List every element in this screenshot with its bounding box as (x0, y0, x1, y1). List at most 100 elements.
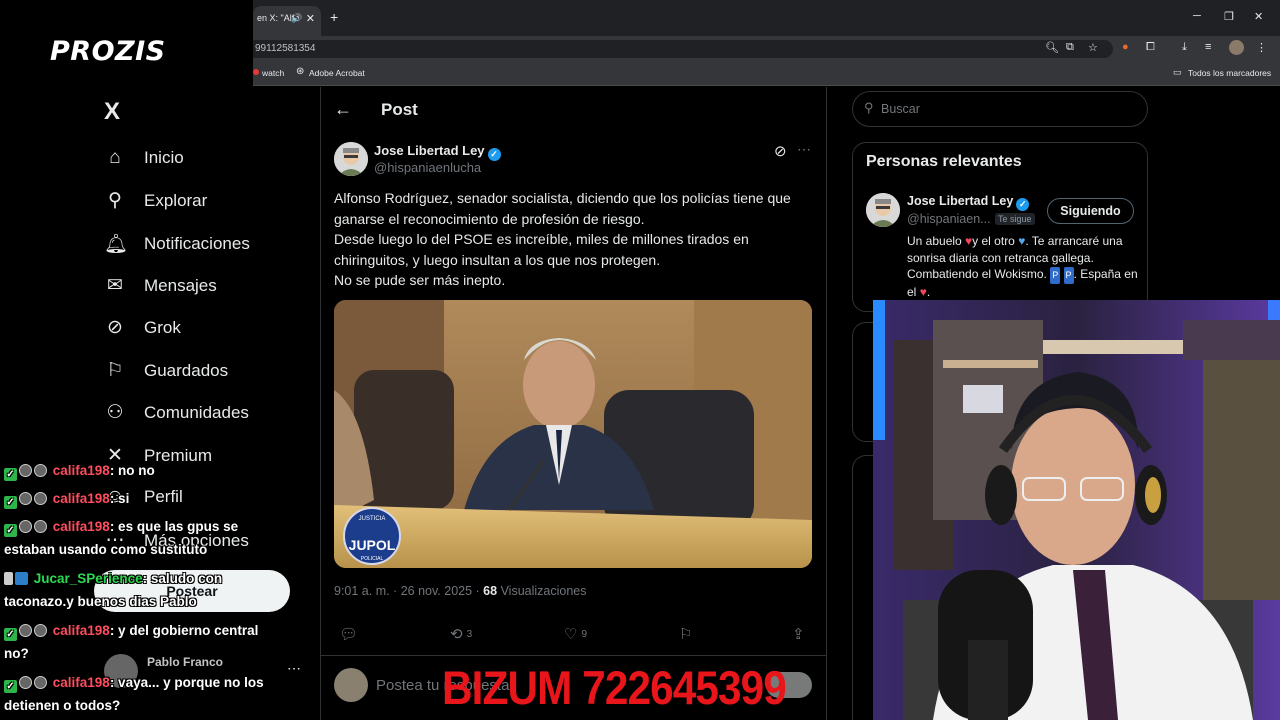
sub-badge-icon (19, 624, 32, 637)
browser-tab-bar (253, 0, 1280, 36)
video-watermark: JUPOL (349, 537, 396, 553)
account-more-icon[interactable]: ⋯ (287, 660, 301, 677)
check-badge-icon: ✓ (4, 628, 17, 641)
download-icon[interactable]: ⤓ (1182, 41, 1187, 54)
url-field[interactable]: 99112581354 (253, 40, 1113, 58)
bookmark-watch[interactable]: watch (262, 68, 284, 78)
grok-explain-icon[interactable]: ⊘ (774, 142, 787, 160)
all-bookmarks[interactable]: Todos los marcadores (1188, 68, 1271, 78)
folder-icon: ▭ (1173, 67, 1182, 77)
people-icon: ⚇ (106, 402, 124, 423)
star-icon[interactable]: ☆ (1088, 41, 1098, 54)
chat-message: Jucar_SPerience: saludo con taconazo.y b… (4, 567, 279, 613)
menu-icon[interactable]: ⋮ (1256, 41, 1267, 54)
close-window-icon[interactable]: ✕ (1254, 10, 1263, 23)
p-flag-icon: P (1050, 267, 1061, 284)
bookmark-icon: ⚐ (106, 360, 124, 381)
extension-icon[interactable]: ● (1122, 41, 1129, 53)
nav-inicio[interactable]: ⌂ Inicio (104, 147, 183, 169)
relevant-bio: Un abuelo ♥y el otro ♥. Te arrancaré una… (907, 234, 1138, 299)
bookmarks-bar (253, 62, 1280, 86)
install-icon[interactable]: ⧉ (1066, 41, 1074, 54)
check-badge-icon: ✓ (4, 680, 17, 693)
bookmark-acrobat[interactable]: Adobe Acrobat (309, 68, 365, 78)
chat-user: califa198 (52, 463, 110, 478)
watermark-top: JUSTICIA (359, 516, 386, 522)
chat-user: califa198 (52, 491, 110, 506)
following-button[interactable]: Siguiendo (1047, 198, 1134, 224)
post-video[interactable]: JUSTICIA JUPOL POLICIAL (334, 300, 812, 568)
views-count: 68 (483, 584, 498, 598)
audio-icon[interactable]: 🔊 (291, 13, 302, 24)
new-tab-icon[interactable]: + (330, 9, 338, 25)
nav-comunidades[interactable]: ⚇ Comunidades (104, 401, 248, 424)
phone-badge-icon (4, 572, 13, 585)
minimize-icon[interactable]: ─ (1193, 10, 1201, 22)
red-heart-icon: ♥ (919, 284, 927, 299)
search-icon: ⚲ (864, 100, 874, 115)
check-badge-icon: ✓ (4, 524, 17, 537)
zoom-icon[interactable]: 🔍︎ (1045, 41, 1059, 54)
mod-badge-icon (34, 492, 47, 505)
repost-action[interactable]: ⟲ 3 (450, 625, 472, 643)
media-icon[interactable]: ≡ (1205, 41, 1211, 53)
post-meta: 9:01 a. m. · 26 nov. 2025 · 68 Visualiza… (334, 584, 587, 598)
chat-message: ✓ califa198: si (4, 487, 279, 510)
nav-grok[interactable]: ⊘ Grok (104, 316, 181, 339)
reply-action[interactable]: 💬︎ (339, 625, 358, 643)
post-more-icon[interactable]: ⋯ (797, 141, 811, 158)
back-arrow-icon[interactable]: ← (334, 99, 352, 120)
acrobat-icon: ⊛ (296, 66, 305, 77)
p-flag-icon: P (1063, 267, 1074, 284)
bookmark-icon: ⚐ (679, 626, 693, 643)
reply-divider (320, 655, 827, 656)
verified-icon: ✓ (1016, 198, 1030, 211)
browser-tab[interactable]: en X: "Alfo ✕ (253, 6, 321, 36)
mod-badge-icon (34, 464, 47, 477)
share-action[interactable]: ⇪ (792, 625, 805, 643)
home-icon: ⌂ (109, 147, 121, 168)
chat-user: califa198 (52, 675, 110, 690)
bookmark-action[interactable]: ⚐ (679, 625, 692, 643)
mod-badge-icon (34, 520, 47, 533)
sub-badge-icon (19, 676, 32, 689)
chat-user: califa198 (52, 519, 110, 534)
profile-avatar[interactable] (1229, 40, 1244, 55)
author-name[interactable]: Jose Libertad Ley ✓ (374, 143, 501, 161)
repost-count: 3 (466, 628, 473, 640)
sub-badge-icon (19, 464, 32, 477)
bookmark-dot-icon (253, 69, 259, 75)
grok-icon: ⊘ (107, 317, 123, 338)
close-tab-icon[interactable]: ✕ (306, 12, 315, 25)
post-text-line: Desde luego lo del PSOE es increíble, mi… (334, 231, 749, 268)
nav-notificaciones[interactable]: 🔔︎ Notificaciones (104, 232, 250, 256)
post-text-line: No se pude ser más inepto. (334, 272, 506, 288)
nav-explorar[interactable]: ⚲ Explorar (104, 189, 207, 212)
verified-icon: ✓ (487, 148, 501, 161)
author-avatar[interactable] (334, 142, 368, 176)
restore-icon[interactable]: ❐ (1224, 10, 1234, 23)
nav-mensajes[interactable]: ✉ Mensajes (104, 274, 217, 297)
relevant-handle[interactable]: @hispaniaen... (907, 212, 991, 226)
puzzle-icon[interactable]: ⧠ (1146, 41, 1155, 54)
like-action[interactable]: ♡ 9 (564, 625, 587, 643)
nav-guardados[interactable]: ⚐ Guardados (104, 359, 228, 382)
reply-avatar (334, 668, 368, 702)
relevant-avatar[interactable] (866, 193, 900, 227)
search-input[interactable]: Buscar (852, 91, 1148, 127)
x-logo-icon[interactable]: X (104, 98, 120, 126)
webcam-overlay (873, 300, 1280, 720)
check-badge-icon: ✓ (4, 468, 17, 481)
relevant-name[interactable]: Jose Libertad Ley ✓ (907, 194, 1030, 211)
mod-badge-icon (34, 624, 47, 637)
chat-message: ✓ califa198: es que las gpus se estaban … (4, 515, 279, 561)
author-handle[interactable]: @hispaniaenlucha (374, 160, 481, 175)
post-text: Alfonso Rodríguez, senador socialista, d… (334, 188, 804, 291)
mod-badge-icon (34, 676, 47, 689)
chat-message: ✓ califa198: vaya... y porque no los det… (4, 671, 279, 717)
mail-icon: ✉ (107, 275, 123, 296)
chat-user: califa198 (52, 623, 110, 638)
sub-badge-icon (19, 520, 32, 533)
chat-text: : si (109, 491, 130, 506)
relevant-title: Personas relevantes (866, 153, 1022, 170)
